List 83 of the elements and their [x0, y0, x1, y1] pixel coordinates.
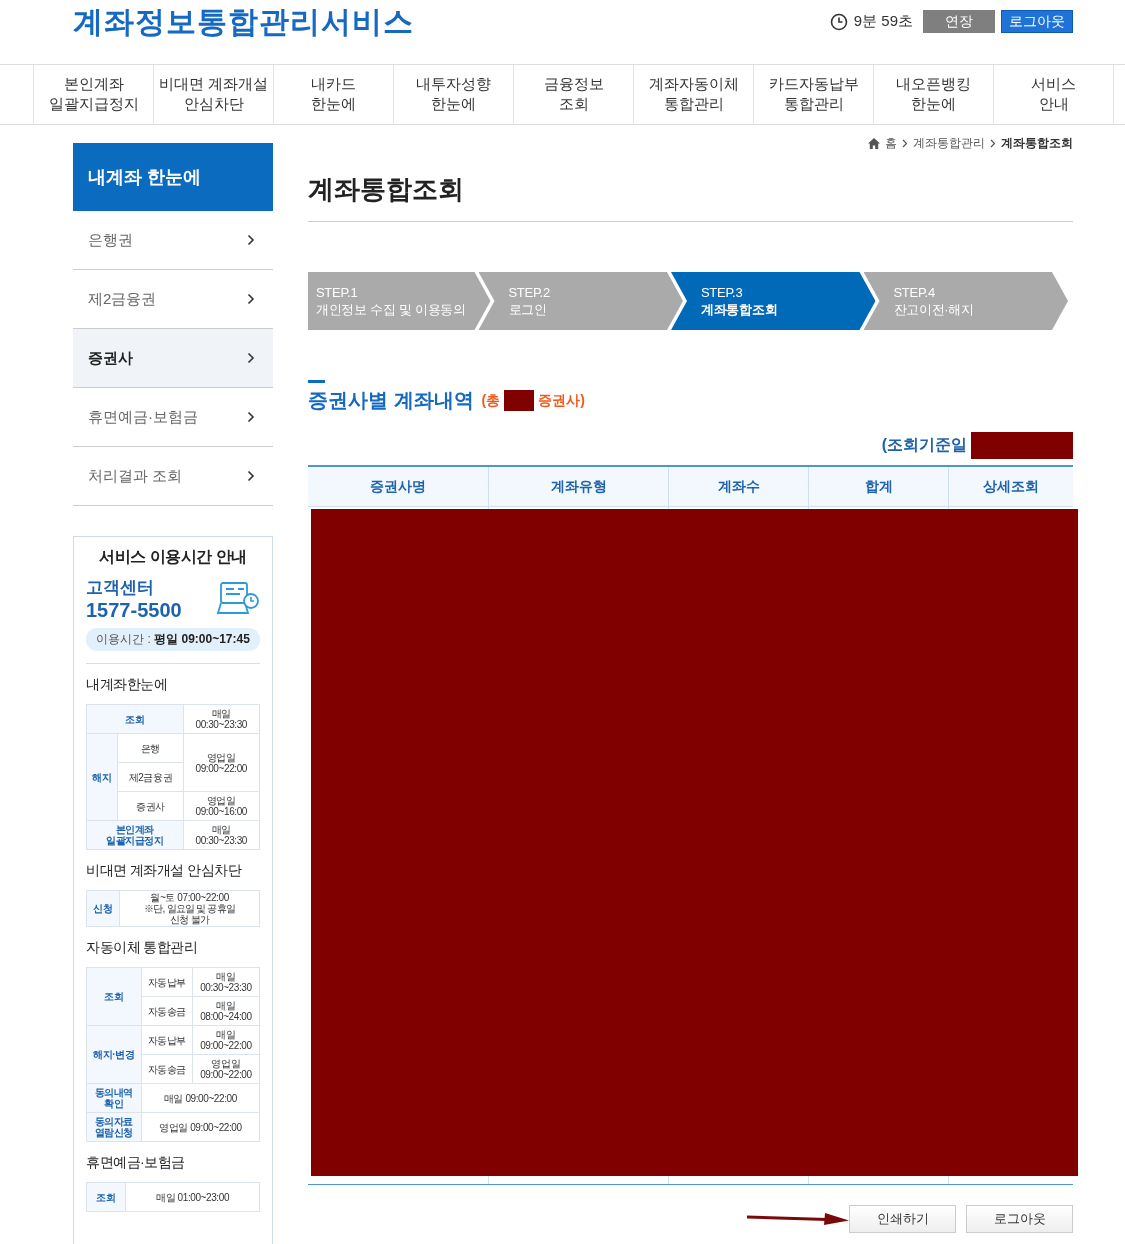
- panel-title: 서비스 이용시간 안내: [98, 547, 248, 567]
- chevron-right-icon: [247, 411, 255, 423]
- nav-menu-item[interactable]: 내카드 한눈에: [273, 65, 393, 124]
- chevron-icon: [902, 139, 908, 148]
- step-indicator: STEP.1 개인정보 수집 및 이용동의: [308, 272, 491, 330]
- row-header-cell: 본인계좌 일괄지급정지: [86, 820, 183, 850]
- chevron-right-icon: [247, 470, 255, 482]
- chevron-right-icon: [247, 234, 255, 246]
- table-cell: 자동납부: [141, 967, 193, 997]
- chevron-right-icon: [247, 352, 255, 364]
- column-header: 상세조회: [948, 467, 1073, 506]
- table-cell: 매일 09:00~22:00: [141, 1083, 260, 1113]
- table-cell: 자동송금: [141, 1054, 193, 1084]
- nav-menu-item[interactable]: 비대면 계좌개설 안심차단: [153, 65, 273, 124]
- table-cell: 매일 01:00~23:00: [125, 1182, 260, 1212]
- site-logo[interactable]: 계좌정보통합관리서비스: [73, 2, 414, 43]
- chevron-icon: [990, 139, 996, 148]
- section-heading: 내계좌한눈에: [86, 676, 168, 694]
- table-cell: 은행: [117, 733, 183, 763]
- table-cell: 매일 00:30~23:30: [192, 967, 260, 997]
- table-cell: 영업일 09:00~22:00: [192, 1054, 260, 1084]
- breadcrumb-link[interactable]: 계좌통합조회: [1001, 135, 1073, 152]
- table-cell: 월~토 07:00~22:00 ※단, 일요일 및 공휴일 신청 불가: [119, 890, 260, 927]
- operating-hours-pill: 이용시간 : 평일 09:00~17:45: [86, 628, 260, 651]
- breadcrumb-link[interactable]: 홈: [885, 135, 897, 152]
- print-button[interactable]: 인쇄하기: [849, 1205, 956, 1233]
- table-cell: 영업일 09:00~16:00: [183, 791, 260, 821]
- nav-menu-item[interactable]: 내오픈뱅킹 한눈에: [873, 65, 993, 124]
- row-header-cell: 해지·변경: [86, 1025, 142, 1084]
- page-title: 계좌통합조회: [308, 172, 1073, 222]
- session-timer: 9분 59초: [853, 12, 913, 31]
- step-indicator: STEP.4 잔고이전·해지: [863, 272, 1068, 330]
- table-cell: 매일 08:00~24:00: [192, 996, 260, 1026]
- column-header: 증권사명: [369, 476, 427, 496]
- clock-icon: [829, 12, 848, 31]
- nav-menu-item[interactable]: 서비스 안내: [993, 65, 1114, 124]
- section-heading: 비대면 계좌개설 안심차단: [86, 862, 243, 880]
- logout-button[interactable]: 로그아웃: [966, 1205, 1073, 1233]
- row-header-cell: 조회: [86, 1182, 126, 1212]
- table-cell: 매일 00:30~23:30: [183, 820, 260, 850]
- count-prefix: (총: [481, 391, 501, 410]
- table-cell: 영업일 09:00~22:00: [141, 1112, 260, 1142]
- sidebar-menu-item[interactable]: 증권사: [73, 329, 273, 388]
- extend-button[interactable]: 연장: [923, 10, 995, 33]
- column-header: 계좌유형: [488, 467, 668, 506]
- table-cell: 영업일 09:00~22:00: [183, 733, 260, 792]
- sidebar-title: 내계좌 한눈에: [73, 143, 273, 211]
- section-title: 증권사별 계좌내역: [308, 388, 474, 413]
- table-cell: 자동납부: [141, 1025, 193, 1055]
- column-header: 합계: [808, 467, 948, 506]
- reference-date-label: (조회기준일: [881, 435, 967, 455]
- section-heading: 자동이체 통합관리: [86, 939, 199, 957]
- logout-button[interactable]: 로그아웃: [1001, 10, 1073, 33]
- home-icon[interactable]: [868, 138, 880, 149]
- step-indicator: STEP.3 계좌통합조회: [671, 272, 876, 330]
- sidebar-menu-item[interactable]: 은행권: [73, 211, 273, 270]
- table-cell: 매일 09:00~22:00: [192, 1025, 260, 1055]
- sidebar-menu-item[interactable]: 처리결과 조회: [73, 447, 273, 506]
- breadcrumb-link[interactable]: 계좌통합관리: [913, 135, 985, 152]
- row-header-cell: 조회: [86, 967, 142, 1026]
- step-indicator: STEP.2 로그인: [478, 272, 683, 330]
- count-suffix: 증권사): [538, 391, 585, 410]
- form-clock-icon: [216, 581, 260, 617]
- nav-menu-item[interactable]: 카드자동납부 통합관리: [753, 65, 873, 124]
- sidebar-menu-item[interactable]: 휴면예금·보험금: [73, 388, 273, 447]
- phone-number: 1577-5500: [86, 599, 182, 622]
- nav-menu-item[interactable]: 본인계좌 일괄지급정지: [33, 65, 153, 124]
- nav-menu-item[interactable]: 계좌자동이체 통합관리: [633, 65, 753, 124]
- row-header-cell: 해지: [86, 733, 118, 821]
- table-cell: 매일 00:30~23:30: [183, 704, 260, 734]
- row-header-cell: 조회: [86, 704, 183, 734]
- nav-menu-item[interactable]: 금융정보 조회: [513, 65, 633, 124]
- table-cell: 자동송금: [141, 996, 193, 1026]
- row-header-cell: 신청: [86, 890, 120, 927]
- redaction-block: [504, 390, 535, 411]
- row-header-cell: 동의자료 열람신청: [86, 1112, 142, 1142]
- table-cell: 증권사: [117, 791, 183, 821]
- nav-menu-item[interactable]: 내투자성향 한눈에: [393, 65, 513, 124]
- row-header-cell: 동의내역 확인: [86, 1083, 142, 1113]
- chevron-right-icon: [247, 293, 255, 305]
- customer-center-label: 고객센터: [86, 577, 155, 599]
- column-header: 계좌수: [668, 467, 808, 506]
- section-heading: 휴면예금·보험금: [86, 1154, 186, 1172]
